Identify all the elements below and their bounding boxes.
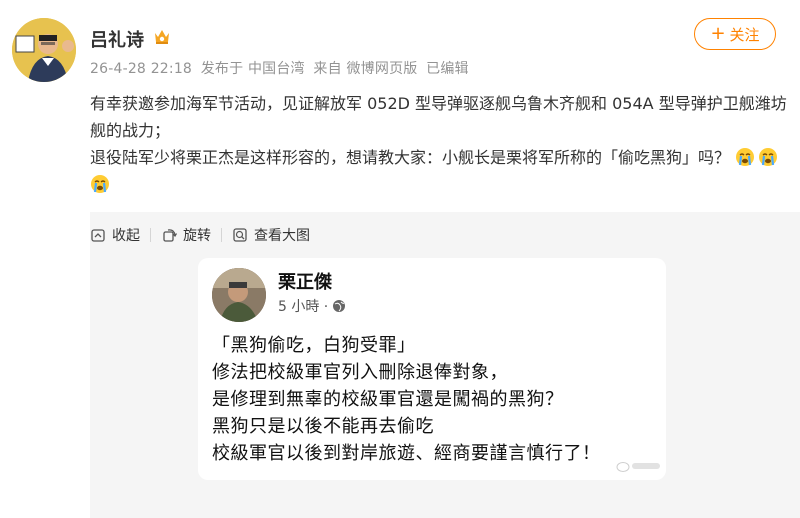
rotate-label: 旋转 xyxy=(183,228,211,244)
embedded-line: 修法把校級軍官列入刪除退俸對象， xyxy=(212,362,508,383)
embedded-line: 是修理到無辜的校級軍官還是闖禍的黑狗？ xyxy=(212,389,564,410)
post-time[interactable]: 26-4-28 22:18 xyxy=(90,61,192,77)
embedded-author-name: 栗正傑 xyxy=(278,272,332,293)
post-body: 有幸获邀参加海军节活动，见证解放军 052D 型导弹驱逐舰乌鲁木齐舰和 054A… xyxy=(90,90,790,198)
verified-badge-icon xyxy=(152,26,172,46)
follow-label: 关注 xyxy=(729,25,760,44)
author-avatar[interactable] xyxy=(12,18,76,82)
globe-icon xyxy=(333,300,346,312)
post-meta: 26-4-28 22:18 发布于 中国台湾 来自 微博网页版 已编辑 xyxy=(90,58,473,78)
crying-face-icon xyxy=(90,174,110,194)
rotate-button[interactable]: 旋转 xyxy=(161,225,211,245)
crying-face-icon xyxy=(758,147,778,167)
follow-button[interactable]: + 关注 xyxy=(694,18,776,50)
embedded-time-label: 5 小時 · xyxy=(278,299,329,315)
post-paragraph-1: 有幸获邀参加海军节活动，见证解放军 052D 型导弹驱逐舰乌鲁木齐舰和 054A… xyxy=(90,94,787,140)
view-large-label: 查看大图 xyxy=(254,228,310,244)
post-edited[interactable]: 已编辑 xyxy=(426,61,469,77)
post-paragraph-2: 退役陆军少将栗正杰是这样形容的，想请教大家：小舰长是栗将军所称的「偷吃黑狗」吗？ xyxy=(90,144,790,198)
toolbar-divider xyxy=(150,228,151,242)
embedded-line: 校級軍官以後到對岸旅遊、經商要謹言慎行了！ xyxy=(212,443,601,464)
crying-face-icon xyxy=(735,147,755,167)
embedded-post-image[interactable]: 栗正傑 5 小時 · 「黑狗偷吃，白狗受罪」 修法把校級軍官列入刪除退俸對象， … xyxy=(198,258,666,480)
author-name[interactable]: 吕礼诗 xyxy=(90,26,144,52)
view-large-button[interactable]: 查看大图 xyxy=(232,225,310,245)
zoom-in-icon xyxy=(233,228,247,242)
collapse-icon xyxy=(91,229,105,242)
post-source[interactable]: 来自 微博网页版 xyxy=(313,61,417,77)
embedded-post-text: 「黑狗偷吃，白狗受罪」 修法把校級軍官列入刪除退俸對象， 是修理到無辜的校級軍官… xyxy=(212,332,662,467)
post-paragraph-2-text: 退役陆军少将栗正杰是这样形容的，想请教大家：小舰长是栗将军所称的「偷吃黑狗」吗？ xyxy=(90,148,731,167)
rotate-icon xyxy=(163,229,177,242)
embedded-post-time: 5 小時 · xyxy=(278,296,346,316)
embedded-line: 黑狗只是以後不能再去偷吃 xyxy=(212,416,434,437)
plus-icon: + xyxy=(710,23,726,44)
collapse-button[interactable]: 收起 xyxy=(90,225,140,245)
avatar-photo xyxy=(12,18,76,82)
embedded-line: 「黑狗偷吃，白狗受罪」 xyxy=(212,335,416,356)
collapse-label: 收起 xyxy=(112,228,140,244)
embedded-author-avatar xyxy=(212,268,266,322)
post-location: 发布于 中国台湾 xyxy=(200,61,305,77)
image-toolbar: 收起 旋转 查看大图 xyxy=(90,224,310,246)
toolbar-divider xyxy=(221,228,222,242)
image-preview-panel: 收起 旋转 查看大图 栗正傑 5 小時 · 「黑狗偷吃，白狗受罪」 修法把校級軍… xyxy=(90,212,800,518)
weibo-watermark-icon xyxy=(616,459,662,476)
